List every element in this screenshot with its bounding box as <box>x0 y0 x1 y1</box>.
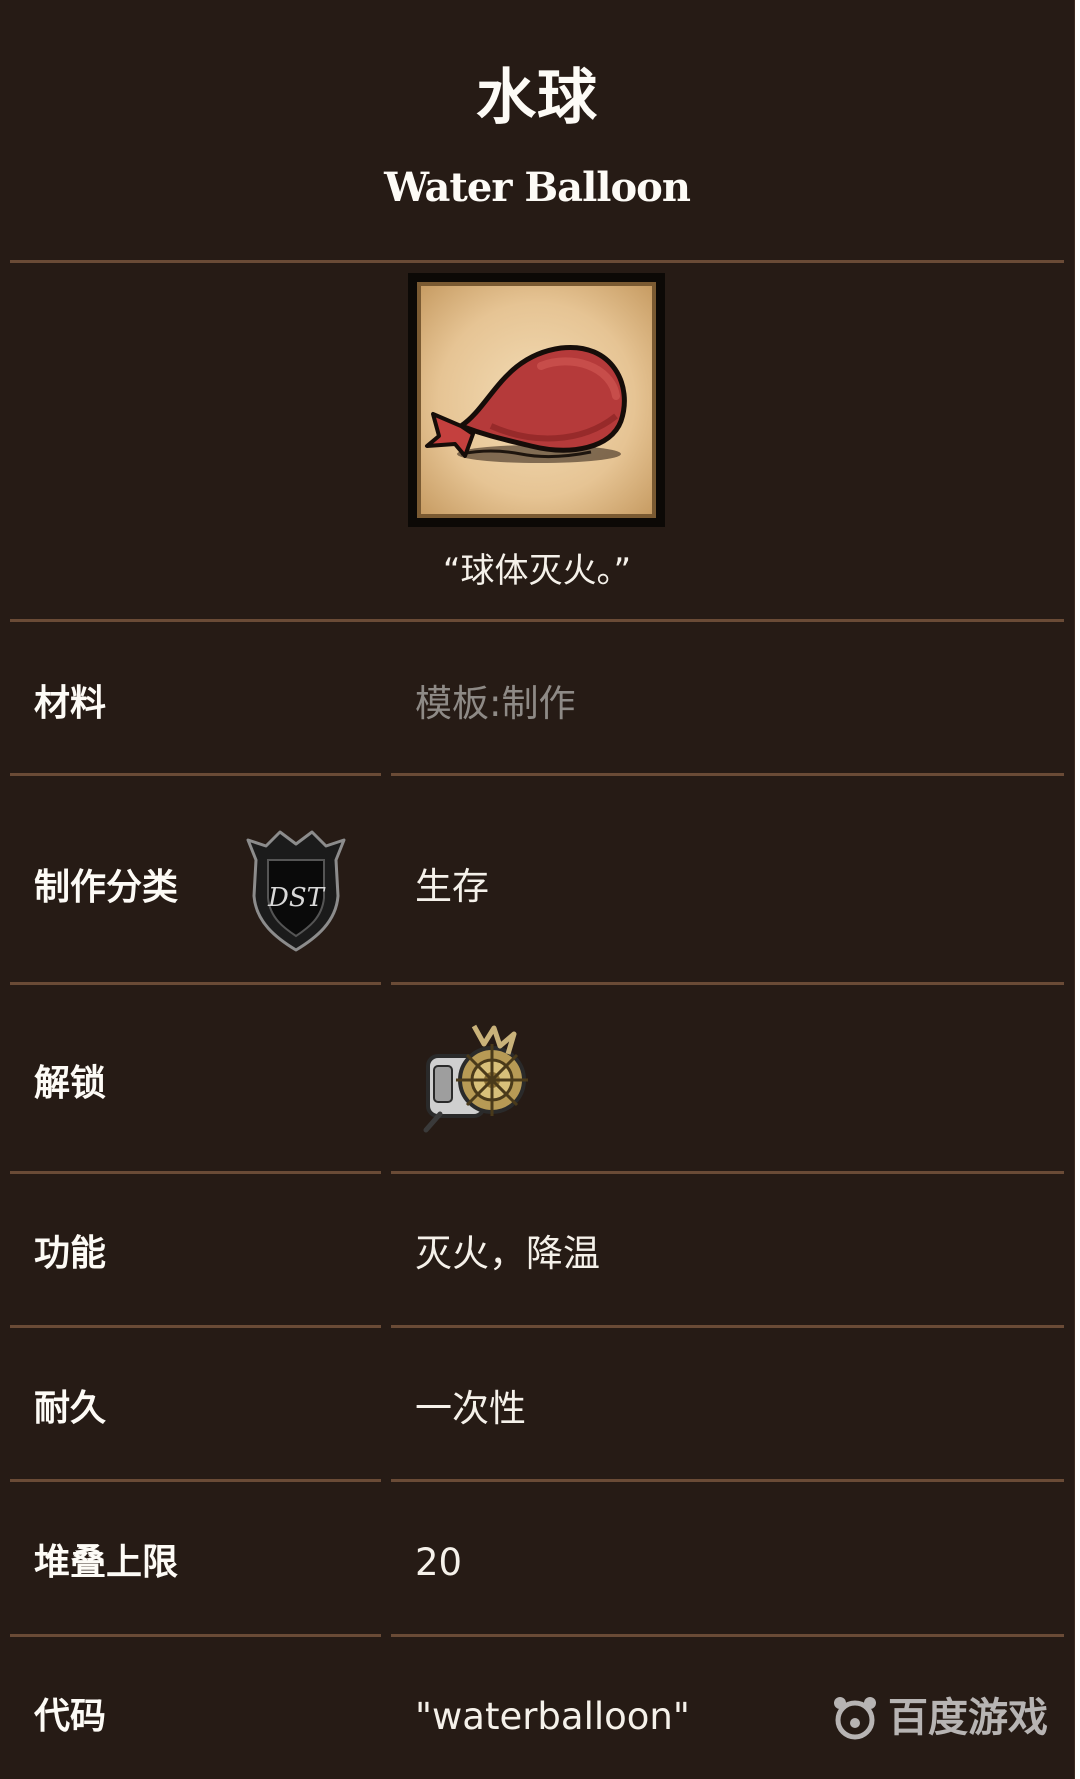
row-label-code: 代码 <box>34 1696 107 1737</box>
divider <box>391 1634 1064 1637</box>
item-title-chinese: 水球 <box>476 63 598 133</box>
science-machine-icon[interactable] <box>418 1018 538 1134</box>
divider <box>391 1171 1064 1174</box>
row-label-function: 功能 <box>34 1233 107 1274</box>
dst-badge-icon: DST <box>246 830 346 952</box>
row-label-craft-category: 制作分类 <box>34 867 179 908</box>
row-label-materials: 材料 <box>34 683 107 724</box>
row-value-code: "waterballoon" <box>415 1695 690 1738</box>
baidu-paw-icon <box>834 1697 876 1740</box>
item-quote: “球体灭火。” <box>442 551 632 591</box>
divider <box>10 619 1064 622</box>
divider <box>10 1325 381 1328</box>
divider <box>391 773 1064 776</box>
watermark-text: 百度游戏 <box>888 1695 1048 1741</box>
divider <box>10 1479 381 1482</box>
divider <box>10 260 1064 263</box>
row-value-craft-category[interactable]: 生存 <box>415 862 489 912</box>
item-image-frame <box>408 273 665 527</box>
svg-text:DST: DST <box>267 883 326 913</box>
divider <box>10 1171 381 1174</box>
row-label-stack-limit: 堆叠上限 <box>34 1542 179 1583</box>
baidu-games-watermark: 百度游戏 <box>830 1690 1048 1746</box>
item-title-english: Water Balloon <box>384 164 691 211</box>
row-label-unlock: 解锁 <box>34 1063 107 1104</box>
row-value-materials[interactable]: 模板:制作 <box>415 679 575 729</box>
water-balloon-icon <box>425 345 627 463</box>
row-value-function: 灭火，降温 <box>415 1232 600 1275</box>
row-value-stack-limit: 20 <box>415 1541 463 1584</box>
divider <box>10 1634 381 1637</box>
divider <box>391 1479 1064 1482</box>
item-infobox: 水球 Water Balloon “球体灭火。” 材料 模板:制作 制作分类 D… <box>0 0 1075 1779</box>
row-label-durability: 耐久 <box>34 1388 107 1429</box>
divider <box>10 773 381 776</box>
divider <box>391 982 1064 985</box>
row-value-durability: 一次性 <box>415 1387 526 1430</box>
divider <box>10 982 381 985</box>
divider <box>391 1325 1064 1328</box>
